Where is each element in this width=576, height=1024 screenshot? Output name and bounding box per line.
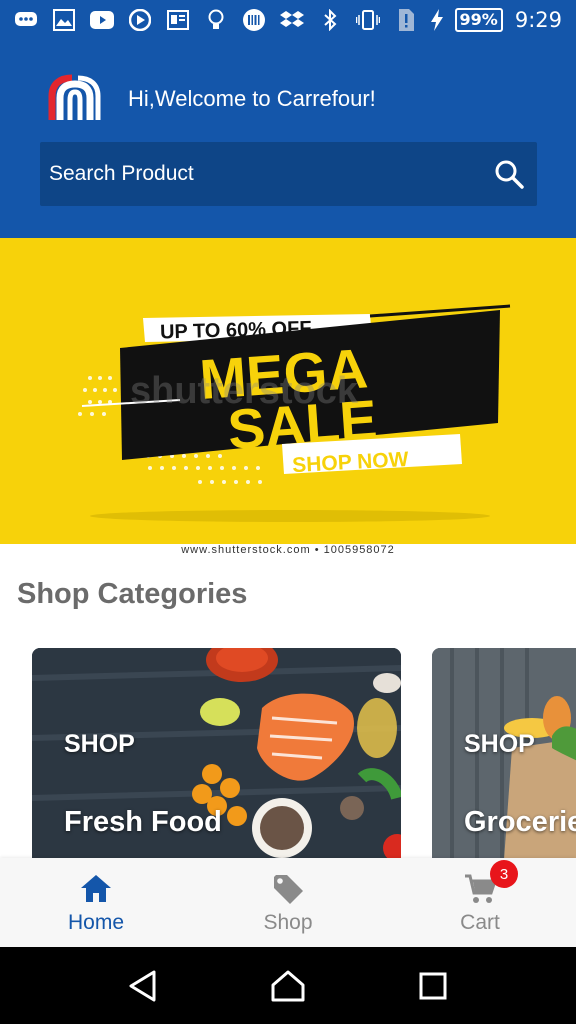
- category-name: Groceries: [464, 806, 576, 838]
- app-screen: 99% 9:29 Hi,Welcome to Carrefour! Search…: [0, 0, 576, 1024]
- bulb-icon: [204, 9, 228, 31]
- watermark-text: shutterstock: [130, 370, 359, 412]
- nav-cart-label: Cart: [460, 911, 500, 934]
- gallery-icon: [52, 9, 76, 31]
- carrefour-logo: [48, 74, 102, 124]
- clock: 9:29: [514, 8, 562, 32]
- search-input[interactable]: Search Product: [40, 142, 537, 206]
- message-icon: [14, 9, 38, 31]
- welcome-text: Hi,Welcome to Carrefour!: [128, 86, 376, 111]
- category-card-fresh-food[interactable]: SHOP Fresh Food: [32, 648, 401, 860]
- category-tag: SHOP: [464, 730, 535, 758]
- dropbox-icon: [280, 9, 304, 31]
- promo-banner[interactable]: UP TO 60% OFF MEGA SALE shutterstock SHO…: [0, 238, 576, 544]
- vibrate-icon: [356, 9, 380, 31]
- category-card-groceries[interactable]: SHOP Groceries: [432, 648, 576, 860]
- nav-shop-label: Shop: [263, 911, 313, 934]
- category-name: Fresh Food: [64, 806, 222, 838]
- bluetooth-icon: [318, 9, 342, 31]
- play-icon: [128, 9, 152, 31]
- cart-count-badge: 3: [490, 860, 518, 888]
- sim-alert-icon: [394, 9, 418, 31]
- news-icon: [166, 9, 190, 31]
- recents-icon[interactable]: [413, 966, 453, 1006]
- system-status: 99% 9:29: [425, 8, 562, 32]
- battery-level: 99%: [454, 8, 503, 32]
- notification-icons: [14, 9, 418, 31]
- section-title: Shop Categories: [17, 578, 248, 610]
- header: Hi,Welcome to Carrefour! Search Product: [0, 40, 576, 238]
- youtube-icon: [90, 9, 114, 31]
- nav-home[interactable]: Home: [0, 858, 192, 947]
- banner-credit: www.shutterstock.com • 1005958072: [181, 544, 395, 556]
- home-button-icon[interactable]: [268, 966, 308, 1006]
- search-icon[interactable]: [493, 158, 525, 190]
- category-tag: SHOP: [64, 730, 135, 758]
- shop-now-text: SHOP NOW: [292, 448, 410, 477]
- status-bar: 99% 9:29: [0, 0, 576, 40]
- barcode-icon: [242, 9, 266, 31]
- system-navigation-bar: [0, 947, 576, 1024]
- nav-shop[interactable]: Shop: [192, 858, 384, 947]
- nav-home-label: Home: [67, 911, 125, 934]
- back-icon[interactable]: [123, 966, 163, 1006]
- nav-cart[interactable]: Cart 3: [384, 858, 576, 947]
- tag-icon: [271, 872, 305, 906]
- bottom-navigation: Home Shop Cart 3: [0, 858, 576, 947]
- home-icon: [79, 872, 113, 906]
- charging-icon: [425, 9, 449, 31]
- search-placeholder: Search Product: [49, 162, 194, 185]
